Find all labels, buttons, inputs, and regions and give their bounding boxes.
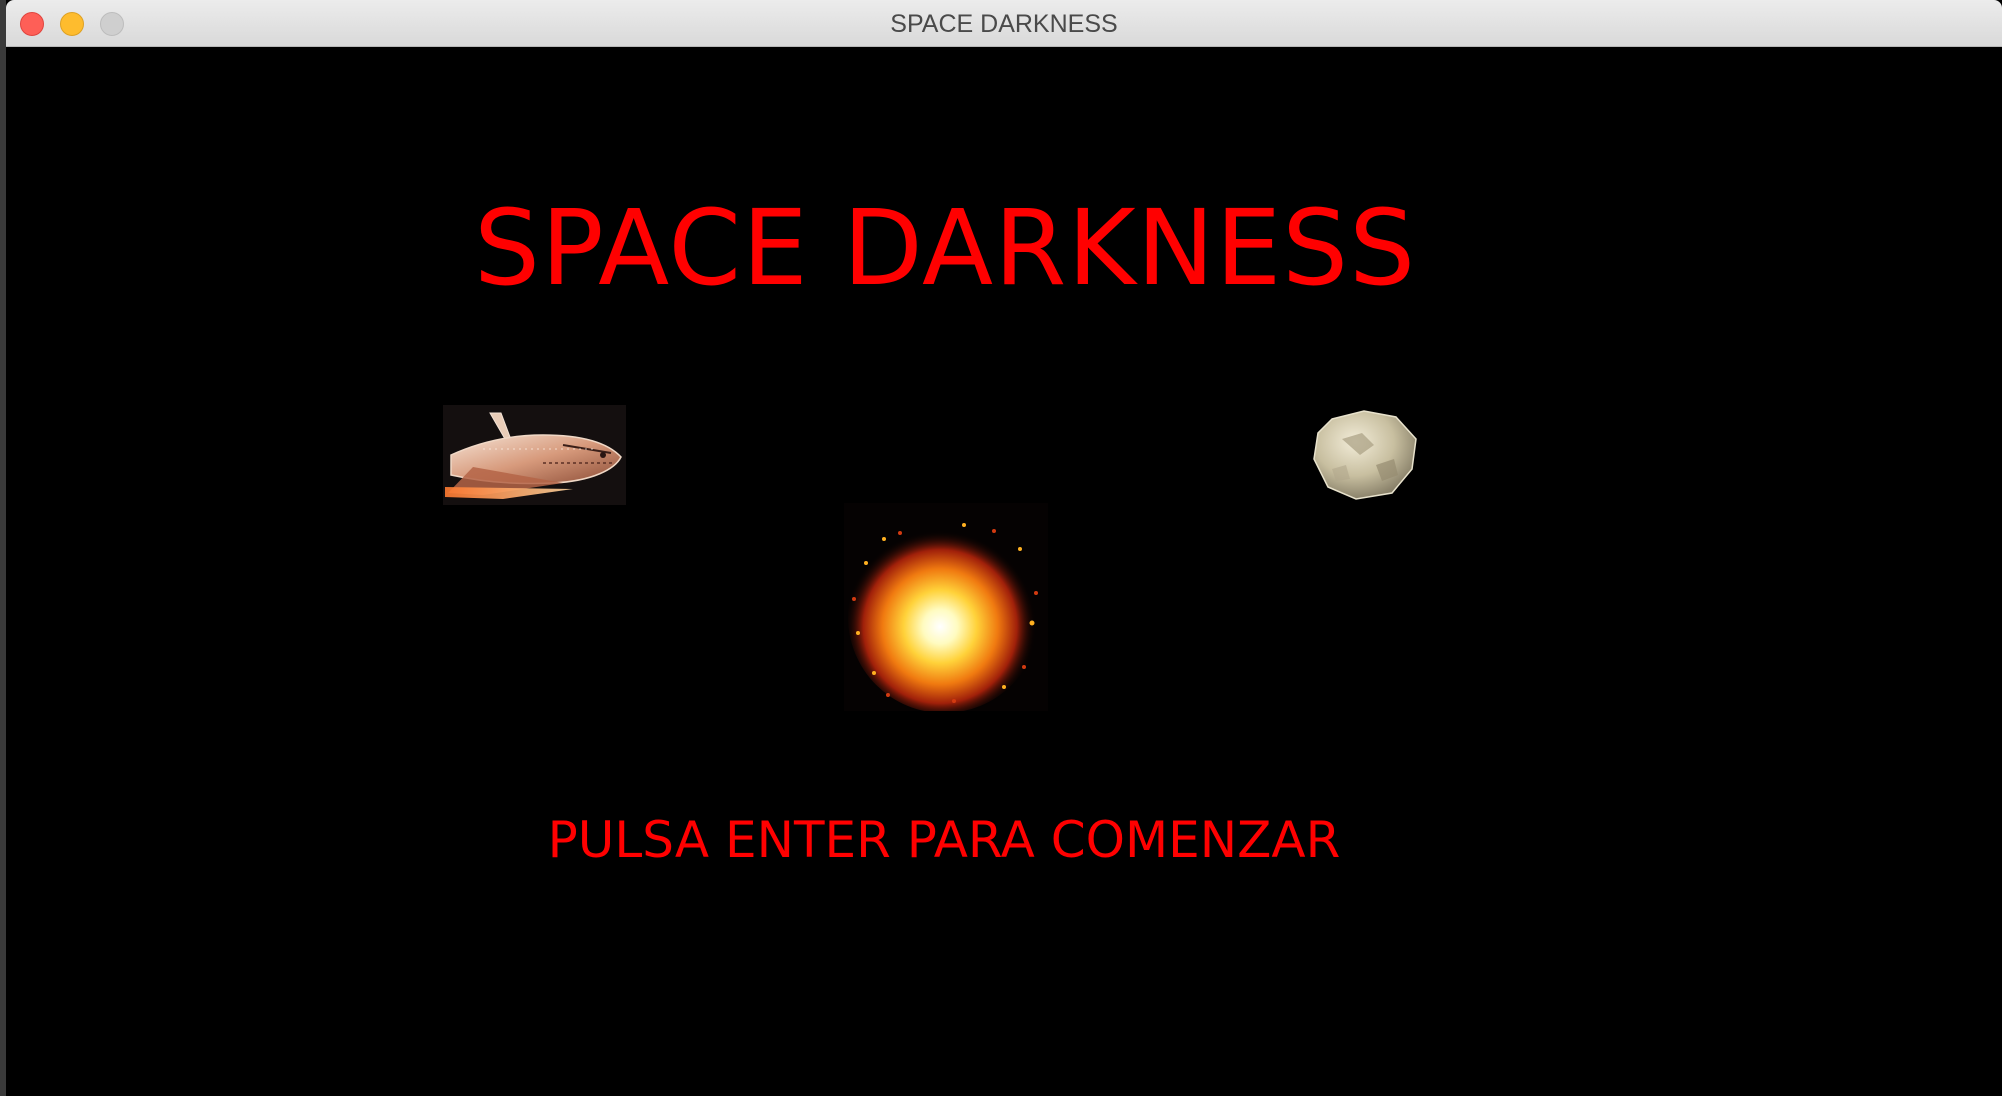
game-canvas[interactable]: SPACE DARKNESS PULSA ENTER PARA COMENZAR (6, 47, 2002, 1096)
game-title: SPACE DARKNESS (474, 187, 1417, 309)
asteroid-sprite (1313, 410, 1417, 500)
window-titlebar[interactable]: SPACE DARKNESS (6, 0, 2002, 47)
game-window: SPACE DARKNESS SPACE DARKNESS PULSA ENTE… (6, 0, 2002, 1096)
start-prompt: PULSA ENTER PARA COMENZAR (547, 811, 1341, 869)
explosion-sprite (844, 503, 1048, 711)
space-shuttle-sprite (443, 405, 626, 505)
window-title: SPACE DARKNESS (890, 10, 1118, 38)
